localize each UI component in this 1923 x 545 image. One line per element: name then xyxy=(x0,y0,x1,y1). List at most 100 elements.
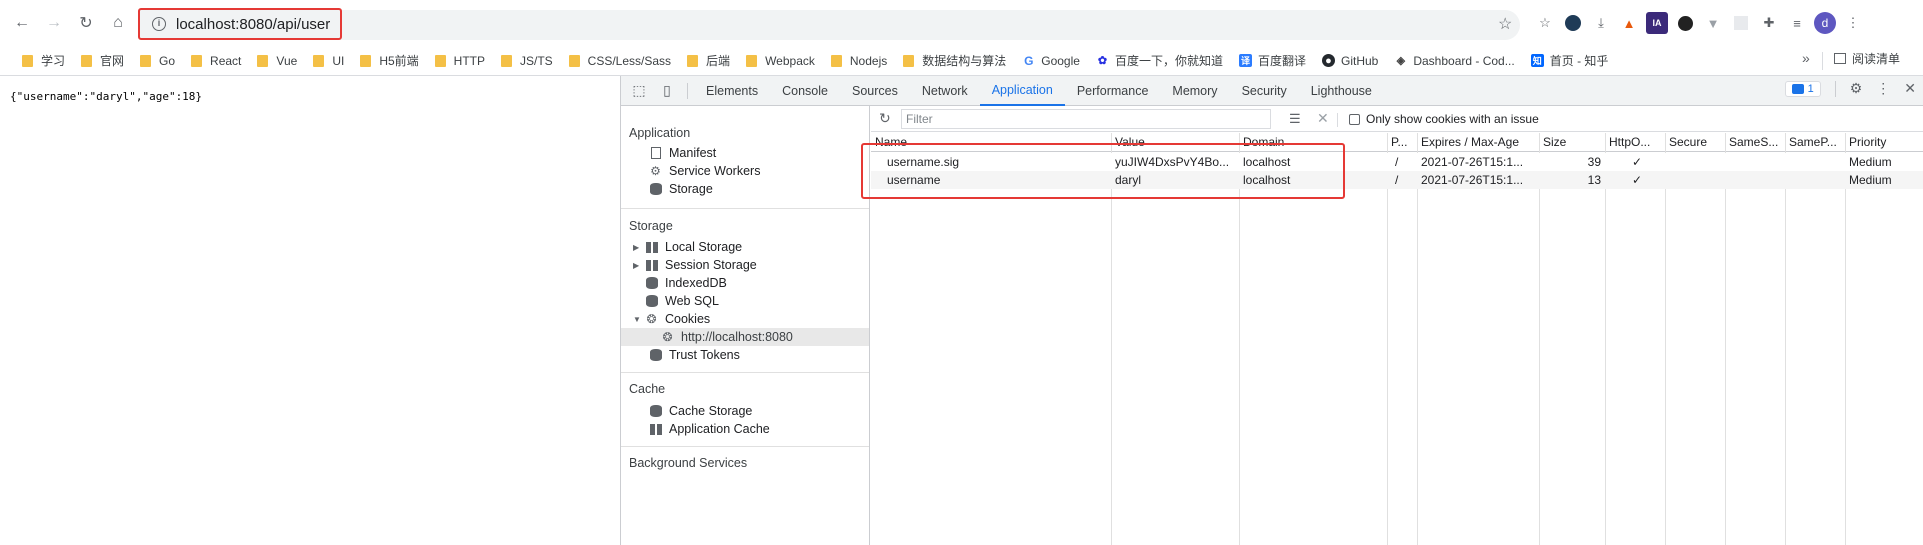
bookmark-github[interactable]: ● GitHub xyxy=(1314,49,1386,73)
sidebar-item-local-storage[interactable]: ▶ Local Storage xyxy=(633,238,742,256)
tab-security[interactable]: Security xyxy=(1230,76,1299,106)
tab-memory[interactable]: Memory xyxy=(1160,76,1229,106)
sidebar-item-session-storage[interactable]: ▶ Session Storage xyxy=(633,256,757,274)
bookmarks-divider xyxy=(1822,52,1823,70)
menu-kebab-icon[interactable]: ⋮ xyxy=(1842,12,1864,34)
folder-icon xyxy=(140,54,152,67)
bookmark-folder[interactable]: Vue xyxy=(249,49,305,73)
grid-icon xyxy=(649,423,662,436)
tab-application[interactable]: Application xyxy=(979,76,1065,106)
bookmark-folder[interactable]: 数据结构与算法 xyxy=(895,49,1014,73)
settings-gear-icon[interactable]: ⚙ xyxy=(1850,80,1863,97)
bookmark-folder[interactable]: UI xyxy=(305,49,352,73)
col-secure[interactable]: Secure xyxy=(1665,133,1725,152)
sidebar-item-manifest[interactable]: Manifest xyxy=(649,144,716,162)
col-samesite[interactable]: SameS... xyxy=(1725,133,1785,152)
only-issue-checkbox[interactable]: Only show cookies with an issue xyxy=(1349,112,1539,126)
sidebar-item-indexeddb[interactable]: IndexedDB xyxy=(645,274,727,292)
clear-filtered-icon[interactable]: ☰ xyxy=(1289,111,1301,127)
tab-console[interactable]: Console xyxy=(770,76,840,106)
col-sep xyxy=(1785,133,1786,545)
tab-sources[interactable]: Sources xyxy=(840,76,910,106)
devtools-menu-icon[interactable]: ⋮ xyxy=(1876,80,1890,97)
vue-devtools-icon[interactable]: ▼ xyxy=(1702,12,1724,34)
sidebar-item-cache-storage[interactable]: Cache Storage xyxy=(649,402,752,420)
cookie-icon: ❂ xyxy=(646,312,657,326)
bookmark-folder[interactable]: 官网 xyxy=(73,49,132,73)
col-priority[interactable]: Priority xyxy=(1845,133,1923,152)
forward-icon[interactable]: → xyxy=(40,9,68,37)
sidebar-item-cookies[interactable]: ▼ ❂ Cookies xyxy=(633,310,710,328)
bookmark-folder[interactable]: 学习 xyxy=(14,49,73,73)
database-icon xyxy=(645,295,658,308)
col-sameparty[interactable]: SameP... xyxy=(1785,133,1845,152)
col-path[interactable]: P... xyxy=(1387,133,1417,152)
expand-arrow-icon[interactable]: ▶ xyxy=(633,243,643,252)
close-devtools-icon[interactable]: ✕ xyxy=(1904,80,1916,97)
bookmark-codepen[interactable]: ◈ Dashboard - Cod... xyxy=(1386,49,1522,73)
bookmark-baidu-translate[interactable]: 译百度翻译 xyxy=(1231,49,1314,73)
bookmark-folder[interactable]: JS/TS xyxy=(493,49,561,73)
bookmark-folder[interactable]: CSS/Less/Sass xyxy=(561,49,679,73)
bookmark-folder[interactable]: H5前端 xyxy=(352,49,426,73)
folder-icon xyxy=(434,54,446,67)
puzzle-icon[interactable]: ✚ xyxy=(1758,12,1780,34)
sidebar-item-cookie-origin[interactable]: ❂ http://localhost:8080 xyxy=(621,328,869,346)
collapse-arrow-icon[interactable]: ▼ xyxy=(633,315,643,324)
download-icon[interactable]: ⤓ xyxy=(1590,12,1612,34)
grid-icon xyxy=(645,241,658,254)
bookmark-folder[interactable]: 后端 xyxy=(679,49,738,73)
cell-priority: Medium xyxy=(1849,173,1892,187)
ia-extension-icon[interactable]: IA xyxy=(1646,12,1668,34)
folder-icon xyxy=(313,54,325,67)
cell-priority: Medium xyxy=(1849,155,1892,169)
avatar[interactable]: d xyxy=(1814,12,1836,34)
bookmark-star-icon[interactable]: ☆ xyxy=(1498,14,1512,34)
bookmark-folder[interactable]: HTTP xyxy=(427,49,493,73)
tab-lighthouse[interactable]: Lighthouse xyxy=(1299,76,1384,106)
bookmark-folder[interactable]: Go xyxy=(132,49,183,73)
reload-icon[interactable]: ↻ xyxy=(72,9,100,37)
blank-extension-icon[interactable] xyxy=(1730,12,1752,34)
sidebar-item-service-workers[interactable]: ⚙ Service Workers xyxy=(649,162,760,180)
address-bar[interactable]: i localhost:8080/api/user xyxy=(138,8,342,40)
tab-performance[interactable]: Performance xyxy=(1065,76,1161,106)
col-httponly[interactable]: HttpO... xyxy=(1605,133,1665,152)
bookmark-baidu[interactable]: ✿ 百度一下，你就知道 xyxy=(1088,49,1231,73)
google-icon: G xyxy=(1024,53,1034,68)
bookmark-folder[interactable]: Webpack xyxy=(738,49,823,73)
filter-input[interactable]: Filter xyxy=(901,109,1271,129)
sidebar-item-web-sql[interactable]: Web SQL xyxy=(645,292,719,310)
cell-path: / xyxy=(1395,155,1399,169)
device-toolbar-icon[interactable]: ▯ xyxy=(653,82,681,99)
tab-elements[interactable]: Elements xyxy=(694,76,770,106)
media-control-icon[interactable]: ≡ xyxy=(1786,12,1808,34)
expand-arrow-icon[interactable]: ▶ xyxy=(633,261,643,270)
sidebar-item-trust-tokens[interactable]: Trust Tokens xyxy=(649,346,740,364)
inspect-element-icon[interactable]: ⬚ xyxy=(625,82,653,99)
bookmark-folder[interactable]: Nodejs xyxy=(823,49,895,73)
refresh-icon[interactable]: ↻ xyxy=(879,110,891,127)
sidebar-item-application-cache[interactable]: Application Cache xyxy=(649,420,770,438)
site-info-icon[interactable]: i xyxy=(152,17,166,31)
bookmark-google[interactable]: G Google xyxy=(1014,49,1088,73)
sidebar-item-storage[interactable]: Storage xyxy=(649,180,713,198)
col-size[interactable]: Size xyxy=(1539,133,1605,152)
bookmark-zhihu[interactable]: 知首页 - 知乎 xyxy=(1523,49,1617,73)
circle-extension-icon[interactable] xyxy=(1674,12,1696,34)
cell-httponly: ✓ xyxy=(1631,173,1643,187)
star-list-icon[interactable]: ☆ xyxy=(1534,12,1556,34)
checkbox-icon[interactable] xyxy=(1349,113,1360,125)
reading-list-button[interactable]: 阅读清单 xyxy=(1834,50,1900,67)
home-icon[interactable]: ⌂ xyxy=(104,9,132,37)
back-icon[interactable]: ← xyxy=(8,9,36,37)
extension-orange-icon[interactable]: ▲ xyxy=(1618,12,1640,34)
omnibox[interactable] xyxy=(140,10,1520,40)
issues-badge[interactable]: 1 xyxy=(1784,80,1821,97)
delete-selected-icon[interactable]: ✕ xyxy=(1317,110,1329,127)
col-expires[interactable]: Expires / Max-Age xyxy=(1417,133,1539,152)
tab-network[interactable]: Network xyxy=(910,76,980,106)
bookmark-folder[interactable]: React xyxy=(183,49,249,73)
check-circle-icon[interactable] xyxy=(1562,12,1584,34)
bookmarks-overflow-icon[interactable]: » xyxy=(1802,50,1810,66)
